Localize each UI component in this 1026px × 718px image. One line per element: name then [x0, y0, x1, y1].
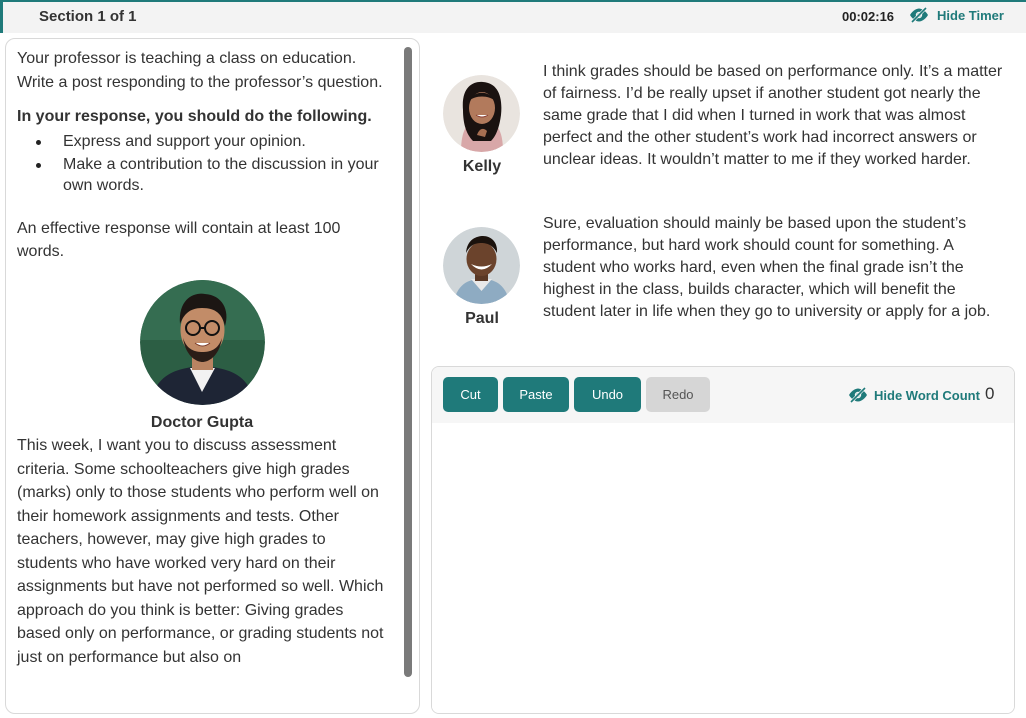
- hide-timer-label: Hide Timer: [937, 7, 1004, 23]
- prompt-content: Your professor is teaching a class on ed…: [17, 47, 387, 669]
- prompt-scrollbar[interactable]: [404, 47, 412, 677]
- editor-toolbar: Cut Paste Undo Redo Hide Word Count 0: [432, 367, 1014, 423]
- top-bar: Section 1 of 1 00:02:16 Hide Timer: [0, 0, 1026, 33]
- professor-name: Doctor Gupta: [150, 413, 254, 431]
- undo-button[interactable]: Undo: [574, 377, 641, 412]
- prompt-intro: Your professor is teaching a class on ed…: [17, 50, 383, 91]
- paul-post: Sure, evaluation should mainly be based …: [543, 215, 991, 320]
- instruction-bullet: Make a contribution to the discussion in…: [17, 154, 387, 196]
- paste-button[interactable]: Paste: [503, 377, 569, 412]
- cut-button[interactable]: Cut: [443, 377, 498, 412]
- instruction-heading: In your response, you should do the foll…: [17, 108, 372, 125]
- professor-question: This week, I want you to discuss assessm…: [17, 437, 384, 666]
- section-indicator: Section 1 of 1: [39, 8, 137, 25]
- hide-word-count-label: Hide Word Count: [874, 387, 980, 403]
- word-requirement: An effective response will contain at le…: [17, 219, 341, 261]
- professor-card: Doctor Gupta: [17, 279, 387, 435]
- response-textarea[interactable]: [432, 423, 1014, 713]
- kelly-post: I think grades should be based on perfor…: [543, 63, 1003, 168]
- student-paul: Paul: [443, 227, 521, 328]
- instruction-bullet: Express and support your opinion.: [17, 131, 387, 152]
- redo-button[interactable]: Redo: [646, 377, 710, 412]
- hide-timer-button[interactable]: Hide Timer: [909, 7, 1004, 23]
- paul-avatar: [443, 227, 520, 304]
- eye-slash-icon: [910, 7, 928, 23]
- response-editor: Cut Paste Undo Redo Hide Word Count 0: [431, 366, 1015, 714]
- timer-display: 00:02:16: [842, 9, 895, 24]
- professor-avatar: [139, 279, 265, 405]
- hide-word-count-button[interactable]: Hide Word Count: [848, 387, 980, 403]
- eye-slash-icon: [849, 387, 867, 403]
- word-count-value: 0: [985, 384, 995, 403]
- prompt-panel[interactable]: Your professor is teaching a class on ed…: [5, 38, 420, 714]
- instruction-list: Express and support your opinion. Make a…: [17, 131, 387, 196]
- paul-name: Paul: [465, 310, 499, 327]
- kelly-name: Kelly: [462, 158, 502, 175]
- student-kelly: Kelly: [443, 75, 521, 176]
- kelly-avatar: [443, 75, 520, 152]
